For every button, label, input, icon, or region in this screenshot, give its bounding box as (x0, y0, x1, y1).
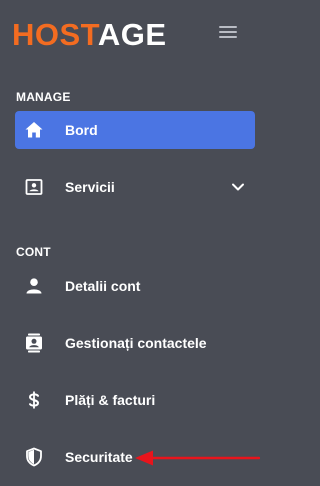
sidebar-item-label: Detalii cont (65, 278, 141, 294)
sidebar-item-label: Gestionați contactele (65, 335, 207, 351)
annotation-arrow-icon (135, 450, 260, 466)
shield-icon (24, 447, 44, 467)
section-title-manage: MANAGE (16, 90, 71, 104)
sidebar-item-label: Servicii (65, 179, 115, 195)
sidebar-item-detalii-cont[interactable]: Detalii cont (15, 267, 255, 305)
dollar-icon (24, 390, 44, 410)
sidebar: HOSTAGE MANAGE Bord Servicii CONT Detali… (0, 0, 269, 486)
sidebar-item-bord[interactable]: Bord (15, 111, 255, 149)
brand-logo-host: HOST (12, 17, 98, 52)
brand-logo-age: AGE (97, 17, 167, 52)
sidebar-item-label: Plăți & facturi (65, 392, 156, 408)
user-icon (24, 276, 44, 296)
contacts-icon (24, 333, 44, 353)
sidebar-item-gestionati-contactele[interactable]: Gestionați contactele (15, 324, 255, 362)
hamburger-menu-icon[interactable] (219, 25, 237, 39)
sidebar-item-plati-facturi[interactable]: Plăți & facturi (15, 381, 255, 419)
sidebar-item-label: Bord (65, 122, 98, 138)
brand-logo[interactable]: HOSTAGE (12, 17, 167, 53)
services-icon (24, 177, 44, 197)
section-title-cont: CONT (16, 245, 51, 259)
sidebar-item-servicii[interactable]: Servicii (15, 168, 255, 206)
sidebar-item-label: Securitate (65, 449, 133, 465)
chevron-down-icon (231, 180, 245, 194)
home-icon (24, 120, 44, 140)
